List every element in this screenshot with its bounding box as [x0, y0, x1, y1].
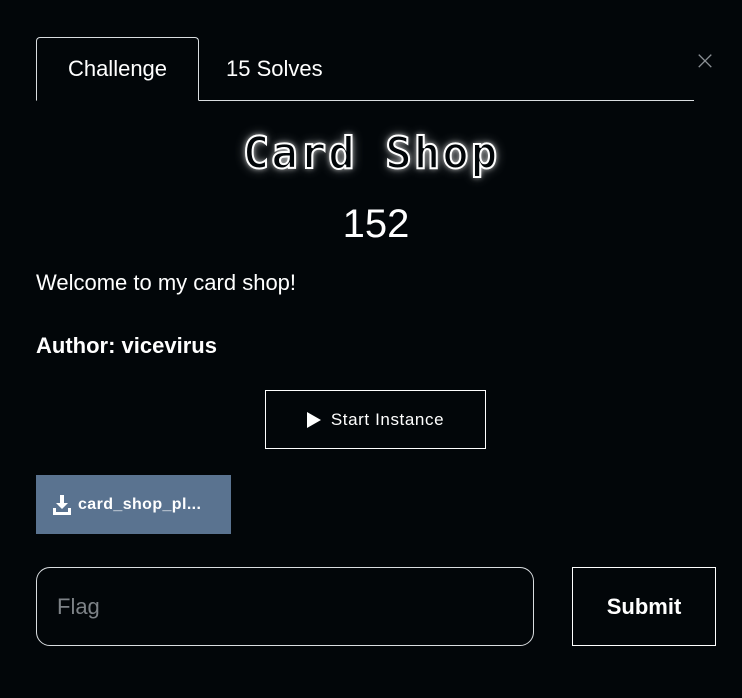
start-instance-label: Start Instance — [330, 409, 445, 429]
flag-input[interactable] — [36, 567, 534, 646]
challenge-modal: × Challenge 15 Solves Card Shop 152 Welc… — [0, 0, 742, 698]
file-name-label: card_shop_pl... — [78, 495, 202, 513]
download-icon — [53, 494, 71, 515]
challenge-points: 152 — [342, 202, 410, 246]
tab-challenge[interactable]: Challenge — [36, 37, 199, 101]
close-icon[interactable]: × — [693, 48, 717, 74]
start-instance-button[interactable]: Start Instance — [265, 390, 486, 449]
challenge-description: Welcome to my card shop! — [36, 270, 297, 295]
submit-button[interactable]: Submit — [572, 567, 716, 646]
challenge-title: Card Shop — [242, 127, 500, 180]
challenge-tabs: Challenge 15 Solves — [36, 37, 694, 101]
challenge-author: Author: vicevirus — [36, 333, 217, 358]
download-file-button[interactable]: card_shop_pl... — [36, 475, 231, 534]
play-icon — [306, 411, 321, 428]
tab-solves[interactable]: 15 Solves — [212, 37, 342, 101]
